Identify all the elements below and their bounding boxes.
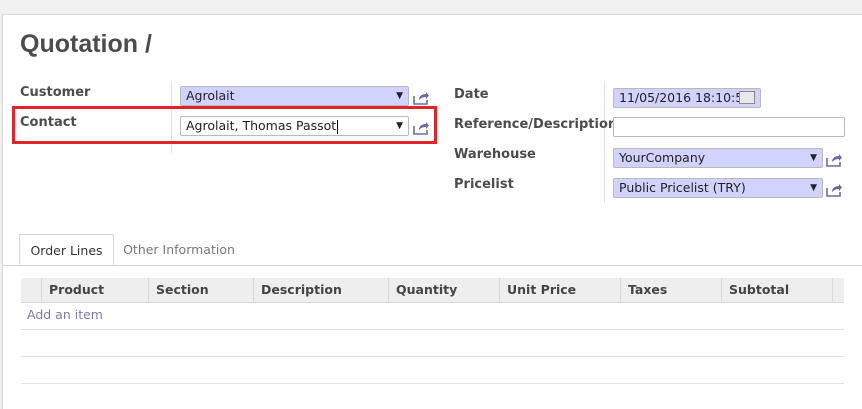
column-header-product[interactable]: Product bbox=[41, 278, 148, 302]
add-an-item-link[interactable]: Add an item bbox=[27, 307, 103, 322]
page-title: Quotation / bbox=[20, 30, 152, 58]
column-header-description[interactable]: Description bbox=[253, 278, 389, 302]
reference-label: Reference/Description bbox=[454, 117, 618, 132]
table-row-divider bbox=[21, 383, 844, 384]
customer-field[interactable]: Agrolait ▼ bbox=[180, 86, 409, 106]
date-label: Date bbox=[454, 87, 489, 102]
column-header-delete bbox=[832, 278, 844, 302]
tab-bar-divider bbox=[3, 265, 862, 266]
column-header-subtotal[interactable]: Subtotal bbox=[721, 278, 832, 302]
caret-down-icon[interactable]: ▼ bbox=[810, 179, 817, 197]
column-header-quantity[interactable]: Quantity bbox=[388, 278, 499, 302]
pricelist-value: Public Pricelist (TRY) bbox=[619, 180, 746, 195]
calendar-icon[interactable] bbox=[739, 91, 755, 104]
contact-highlight-box bbox=[12, 106, 437, 144]
pricelist-label: Pricelist bbox=[454, 177, 514, 192]
table-row-divider bbox=[21, 329, 844, 330]
table-row-divider bbox=[21, 356, 844, 357]
date-value: 11/05/2016 18:10:54 bbox=[619, 90, 752, 105]
date-field[interactable]: 11/05/2016 18:10:54 bbox=[613, 88, 761, 108]
reference-input[interactable] bbox=[613, 117, 845, 137]
warehouse-value: YourCompany bbox=[619, 150, 706, 165]
right-column-separator bbox=[604, 81, 605, 203]
column-header-taxes[interactable]: Taxes bbox=[620, 278, 721, 302]
warehouse-label: Warehouse bbox=[454, 147, 536, 162]
tab-order-lines[interactable]: Order Lines bbox=[19, 234, 114, 265]
form-sheet: Quotation / Customer Agrolait ▼ Contact … bbox=[2, 14, 862, 409]
tab-other-information[interactable]: Other Information bbox=[120, 234, 238, 265]
order-lines-table-header: Product Section Description Quantity Uni… bbox=[21, 278, 844, 303]
external-link-icon[interactable] bbox=[826, 153, 843, 167]
warehouse-field[interactable]: YourCompany ▼ bbox=[613, 148, 823, 168]
column-header-section[interactable]: Section bbox=[148, 278, 253, 302]
column-header-unit-price[interactable]: Unit Price bbox=[499, 278, 620, 302]
customer-label: Customer bbox=[20, 85, 91, 100]
external-link-icon[interactable] bbox=[413, 91, 430, 105]
pricelist-field[interactable]: Public Pricelist (TRY) ▼ bbox=[613, 178, 823, 198]
customer-value: Agrolait bbox=[186, 88, 235, 103]
caret-down-icon[interactable]: ▼ bbox=[396, 87, 403, 105]
caret-down-icon[interactable]: ▼ bbox=[810, 149, 817, 167]
external-link-icon[interactable] bbox=[826, 183, 843, 197]
